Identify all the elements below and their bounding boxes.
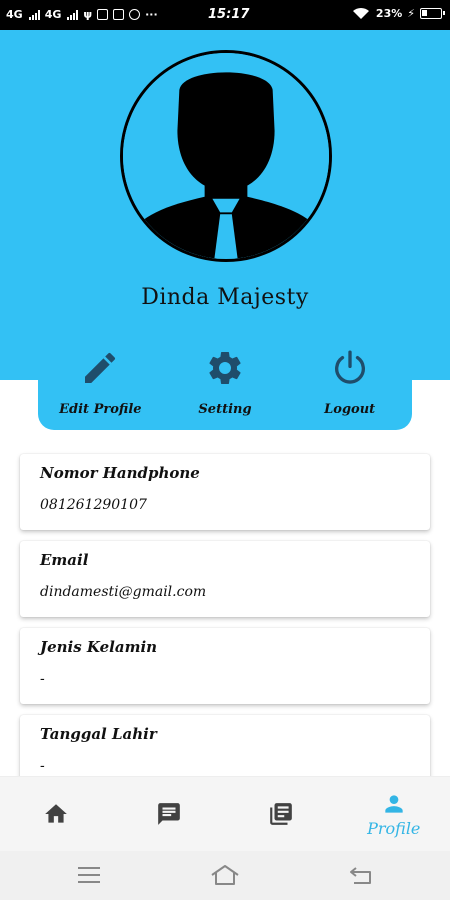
phone-label: Nomor Handphone bbox=[40, 464, 200, 482]
pencil-icon bbox=[85, 352, 116, 383]
avatar-silhouette-icon bbox=[123, 53, 329, 259]
usb-icon: ψ bbox=[83, 8, 93, 21]
status-bar: 4G 4G ψ ··· 15:17 23% ⚡ bbox=[0, 0, 450, 30]
profile-info-list: Nomor Handphone 081261290107 Email dinda… bbox=[20, 454, 430, 802]
nav-home[interactable] bbox=[0, 777, 113, 851]
home-outline-icon bbox=[211, 865, 239, 885]
more-notifications-icon: ··· bbox=[145, 8, 158, 21]
birthdate-label: Tanggal Lahir bbox=[40, 725, 157, 743]
profile-header: Dinda Majesty bbox=[0, 30, 450, 380]
vpn-icon bbox=[129, 9, 141, 20]
nav-chat[interactable] bbox=[113, 777, 226, 851]
gender-card: Jenis Kelamin - bbox=[20, 628, 430, 704]
birthdate-value: - bbox=[40, 758, 45, 774]
battery-percent: 23% bbox=[375, 6, 403, 20]
wifi-icon bbox=[352, 7, 369, 19]
signal-icon bbox=[28, 9, 40, 20]
phone-value: 081261290107 bbox=[40, 497, 147, 513]
network-1-label: 4G bbox=[6, 8, 23, 21]
gallery-icon bbox=[113, 9, 125, 20]
menu-button[interactable] bbox=[74, 863, 104, 887]
status-right: 23% ⚡ bbox=[351, 6, 445, 20]
battery-icon bbox=[420, 7, 445, 19]
user-name: Dinda Majesty bbox=[141, 285, 309, 310]
network-2-label: 4G bbox=[44, 8, 62, 21]
gender-value: - bbox=[40, 671, 45, 687]
logout-button[interactable]: Logout bbox=[287, 346, 412, 430]
home-button[interactable] bbox=[210, 863, 240, 887]
status-left: 4G 4G ψ ··· bbox=[6, 8, 158, 21]
phone-card: Nomor Handphone 081261290107 bbox=[20, 454, 430, 530]
edit-profile-button[interactable]: Edit Profile bbox=[38, 346, 163, 430]
gender-label: Jenis Kelamin bbox=[40, 638, 158, 656]
gear-icon bbox=[209, 351, 241, 384]
news-icon bbox=[270, 803, 293, 825]
avatar[interactable] bbox=[120, 50, 332, 262]
setting-button[interactable]: Setting bbox=[163, 346, 288, 430]
power-icon bbox=[334, 350, 365, 384]
charging-icon: ⚡ bbox=[407, 6, 415, 20]
profile-actions: Edit Profile Setting Logout bbox=[38, 346, 412, 430]
nav-profile-label: Profile bbox=[367, 819, 421, 838]
notification-icon bbox=[97, 9, 109, 20]
chat-icon bbox=[157, 803, 180, 825]
logout-label: Logout bbox=[324, 402, 376, 417]
email-value: dindamesti@gmail.com bbox=[40, 584, 207, 600]
status-time: 15:17 bbox=[208, 7, 250, 22]
email-label: Email bbox=[40, 551, 89, 569]
edit-profile-label: Edit Profile bbox=[59, 402, 142, 417]
email-card: Email dindamesti@gmail.com bbox=[20, 541, 430, 617]
nav-profile[interactable]: Profile bbox=[338, 777, 450, 851]
back-icon bbox=[350, 867, 371, 884]
signal-icon-2 bbox=[67, 9, 79, 20]
person-icon bbox=[385, 795, 403, 813]
menu-icon bbox=[78, 867, 100, 883]
system-navigation-bar bbox=[0, 851, 450, 900]
home-icon bbox=[45, 804, 68, 823]
profile-screen: 4G 4G ψ ··· 15:17 23% ⚡ Dinda Majesty Ed… bbox=[0, 0, 450, 900]
bottom-navigation: Profile bbox=[0, 776, 450, 851]
nav-news[interactable] bbox=[225, 777, 338, 851]
setting-label: Setting bbox=[198, 402, 252, 417]
back-button[interactable] bbox=[346, 863, 376, 887]
